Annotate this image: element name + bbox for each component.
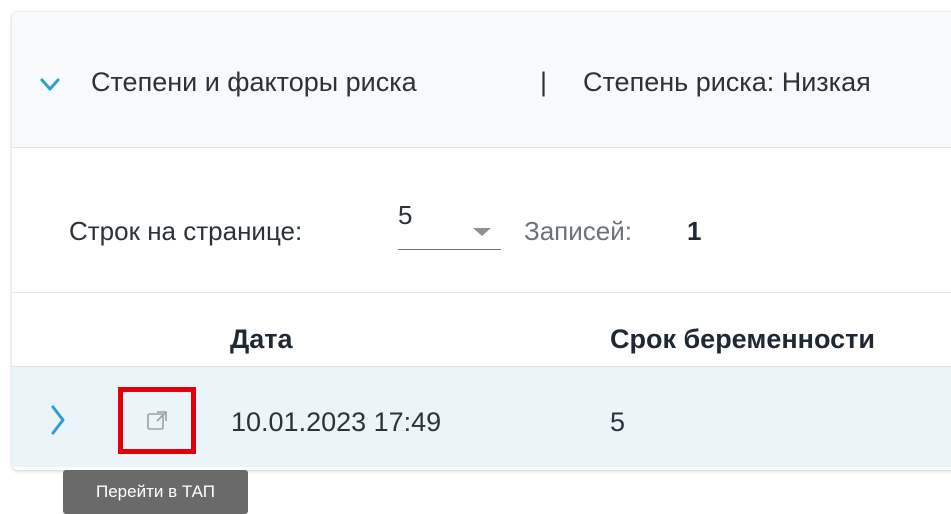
records-label: Записей: bbox=[524, 216, 632, 246]
tooltip-open-tap: Перейти в ТАП bbox=[63, 470, 248, 514]
section-separator: | bbox=[540, 67, 548, 97]
rows-per-page-select[interactable]: 5 bbox=[398, 200, 501, 250]
rows-per-page-label: Строк на странице: bbox=[69, 216, 303, 246]
open-tap-button[interactable] bbox=[118, 387, 196, 454]
records-count: 1 bbox=[687, 216, 702, 246]
table-top-divider bbox=[12, 292, 951, 293]
external-link-icon bbox=[147, 410, 167, 430]
row-date: 10.01.2023 17:49 bbox=[231, 407, 442, 437]
rows-per-page-value: 5 bbox=[398, 200, 413, 230]
chevron-down-icon[interactable] bbox=[40, 78, 60, 92]
column-header-pregnancy-term[interactable]: Срок беременности bbox=[610, 324, 875, 355]
chevron-right-icon[interactable] bbox=[50, 404, 66, 436]
caret-down-icon bbox=[473, 228, 491, 236]
risk-factors-card: Степени и факторы риска | Степень риска:… bbox=[12, 12, 951, 470]
column-header-date[interactable]: Дата bbox=[230, 324, 293, 355]
risk-degree-label: Степень риска: Низкая bbox=[583, 67, 871, 97]
section-header[interactable]: Степени и факторы риска | Степень риска:… bbox=[12, 12, 951, 148]
section-title: Степени и факторы риска bbox=[91, 67, 417, 97]
row-pregnancy-term: 5 bbox=[610, 407, 626, 437]
